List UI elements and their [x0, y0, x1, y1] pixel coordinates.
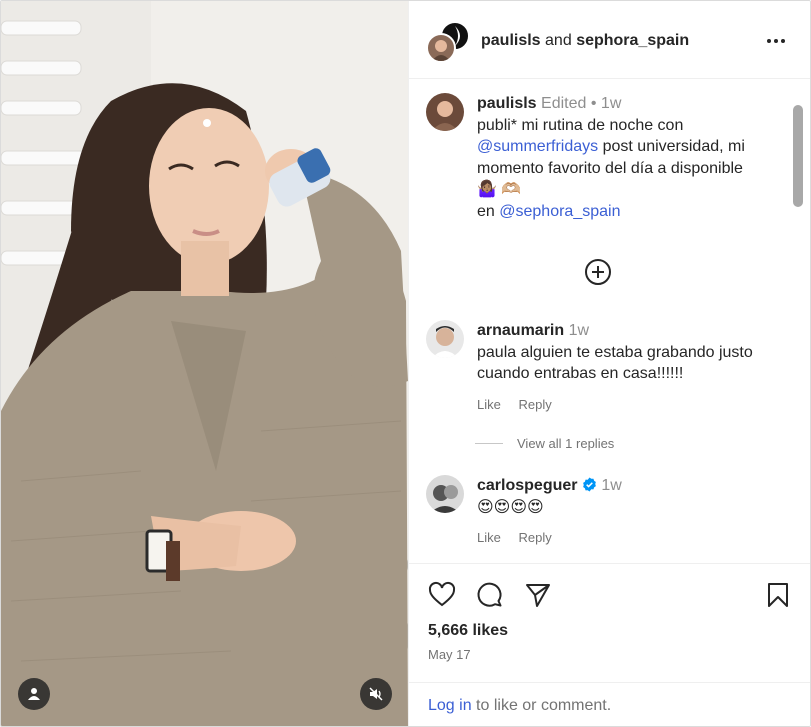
- comments-scroll-area[interactable]: paulisls Edited • 1w publi* mi rutina de…: [409, 80, 810, 563]
- post-header-title: paulisls and sephora_spain: [481, 32, 689, 50]
- post-header: paulisls and sephora_spain: [409, 1, 810, 79]
- bookmark-icon[interactable]: [764, 581, 792, 609]
- caption-avatar[interactable]: [426, 93, 464, 131]
- post-details-panel: paulisls and sephora_spain paulisls Edit…: [408, 1, 810, 726]
- view-replies-label: View all 1 replies: [517, 436, 615, 451]
- comment-time[interactable]: 1w: [601, 477, 621, 494]
- paper-plane-icon[interactable]: [524, 581, 552, 609]
- author-avatar: [426, 33, 456, 63]
- commenter-avatar[interactable]: [426, 475, 464, 513]
- caption-text-1: publi* mi rutina de noche con: [477, 116, 684, 134]
- collab-avatars[interactable]: [426, 21, 474, 65]
- comment-text: 😍😍😍😍: [477, 498, 544, 516]
- login-prompt-text: Log in to like or comment.: [428, 697, 611, 715]
- header-connector: and: [545, 32, 572, 49]
- commenter-avatar[interactable]: [426, 320, 464, 358]
- heart-icon[interactable]: [428, 581, 456, 609]
- login-prompt: Log in to like or comment.: [409, 682, 810, 726]
- mention-summerfridays[interactable]: @summerfridays: [477, 138, 598, 155]
- mention-sephora-spain[interactable]: @sephora_spain: [499, 203, 620, 220]
- comment-text: paula alguien te estaba grabando justo c…: [477, 343, 753, 383]
- caption-body: paulisls Edited • 1w publi* mi rutina de…: [477, 93, 787, 222]
- replies-divider: [475, 443, 503, 444]
- comment-actions: Like Reply: [477, 530, 566, 545]
- mute-toggle-button[interactable]: [360, 678, 392, 710]
- comment-body: arnaumarin 1w paula alguien te estaba gr…: [477, 320, 787, 385]
- caption-edited: Edited: [541, 95, 587, 112]
- caption-emoji: 🤷🏽‍♀️ 🫶🏼: [477, 181, 522, 198]
- likes-count[interactable]: 5,666 likes: [428, 622, 508, 640]
- login-link[interactable]: Log in: [428, 697, 472, 714]
- comment-icon[interactable]: [476, 581, 504, 609]
- user-tag-icon: [28, 688, 40, 700]
- collaborator-username[interactable]: sephora_spain: [576, 32, 689, 49]
- caption-separator: •: [590, 95, 597, 112]
- comment-actions: Like Reply: [477, 397, 566, 412]
- verified-badge-icon: [583, 477, 596, 492]
- comment-body: carlospeguer 1w 😍😍😍😍: [477, 475, 787, 518]
- like-comment-button[interactable]: Like: [477, 397, 501, 412]
- post-date[interactable]: May 17: [428, 647, 471, 662]
- post-footer: 5,666 likes May 17 Log in to like or com…: [409, 563, 810, 726]
- login-suffix: to like or comment.: [471, 697, 612, 714]
- reply-comment-button[interactable]: Reply: [518, 530, 551, 545]
- tagged-users-button[interactable]: [18, 678, 50, 710]
- view-replies-button[interactable]: View all 1 replies: [475, 436, 614, 451]
- comment-username[interactable]: arnaumarin: [477, 322, 564, 339]
- comments-scrollbar[interactable]: [793, 105, 803, 207]
- post-video[interactable]: [1, 1, 408, 726]
- caption-username[interactable]: paulisls: [477, 95, 537, 112]
- like-comment-button[interactable]: Like: [477, 530, 501, 545]
- caption-text-3: en: [477, 202, 500, 220]
- comment-username[interactable]: carlospeguer: [477, 477, 577, 494]
- reply-comment-button[interactable]: Reply: [518, 397, 551, 412]
- plus-circle-icon[interactable]: [584, 258, 612, 286]
- comment-time[interactable]: 1w: [569, 322, 589, 339]
- instagram-post: paulisls and sephora_spain paulisls Edit…: [0, 0, 811, 727]
- more-options-button[interactable]: [764, 31, 788, 51]
- author-username[interactable]: paulisls: [481, 32, 541, 49]
- speaker-muted-icon: [369, 687, 383, 701]
- more-horizontal-icon: [767, 39, 771, 43]
- caption-time[interactable]: 1w: [601, 95, 621, 112]
- video-frame: [1, 1, 408, 726]
